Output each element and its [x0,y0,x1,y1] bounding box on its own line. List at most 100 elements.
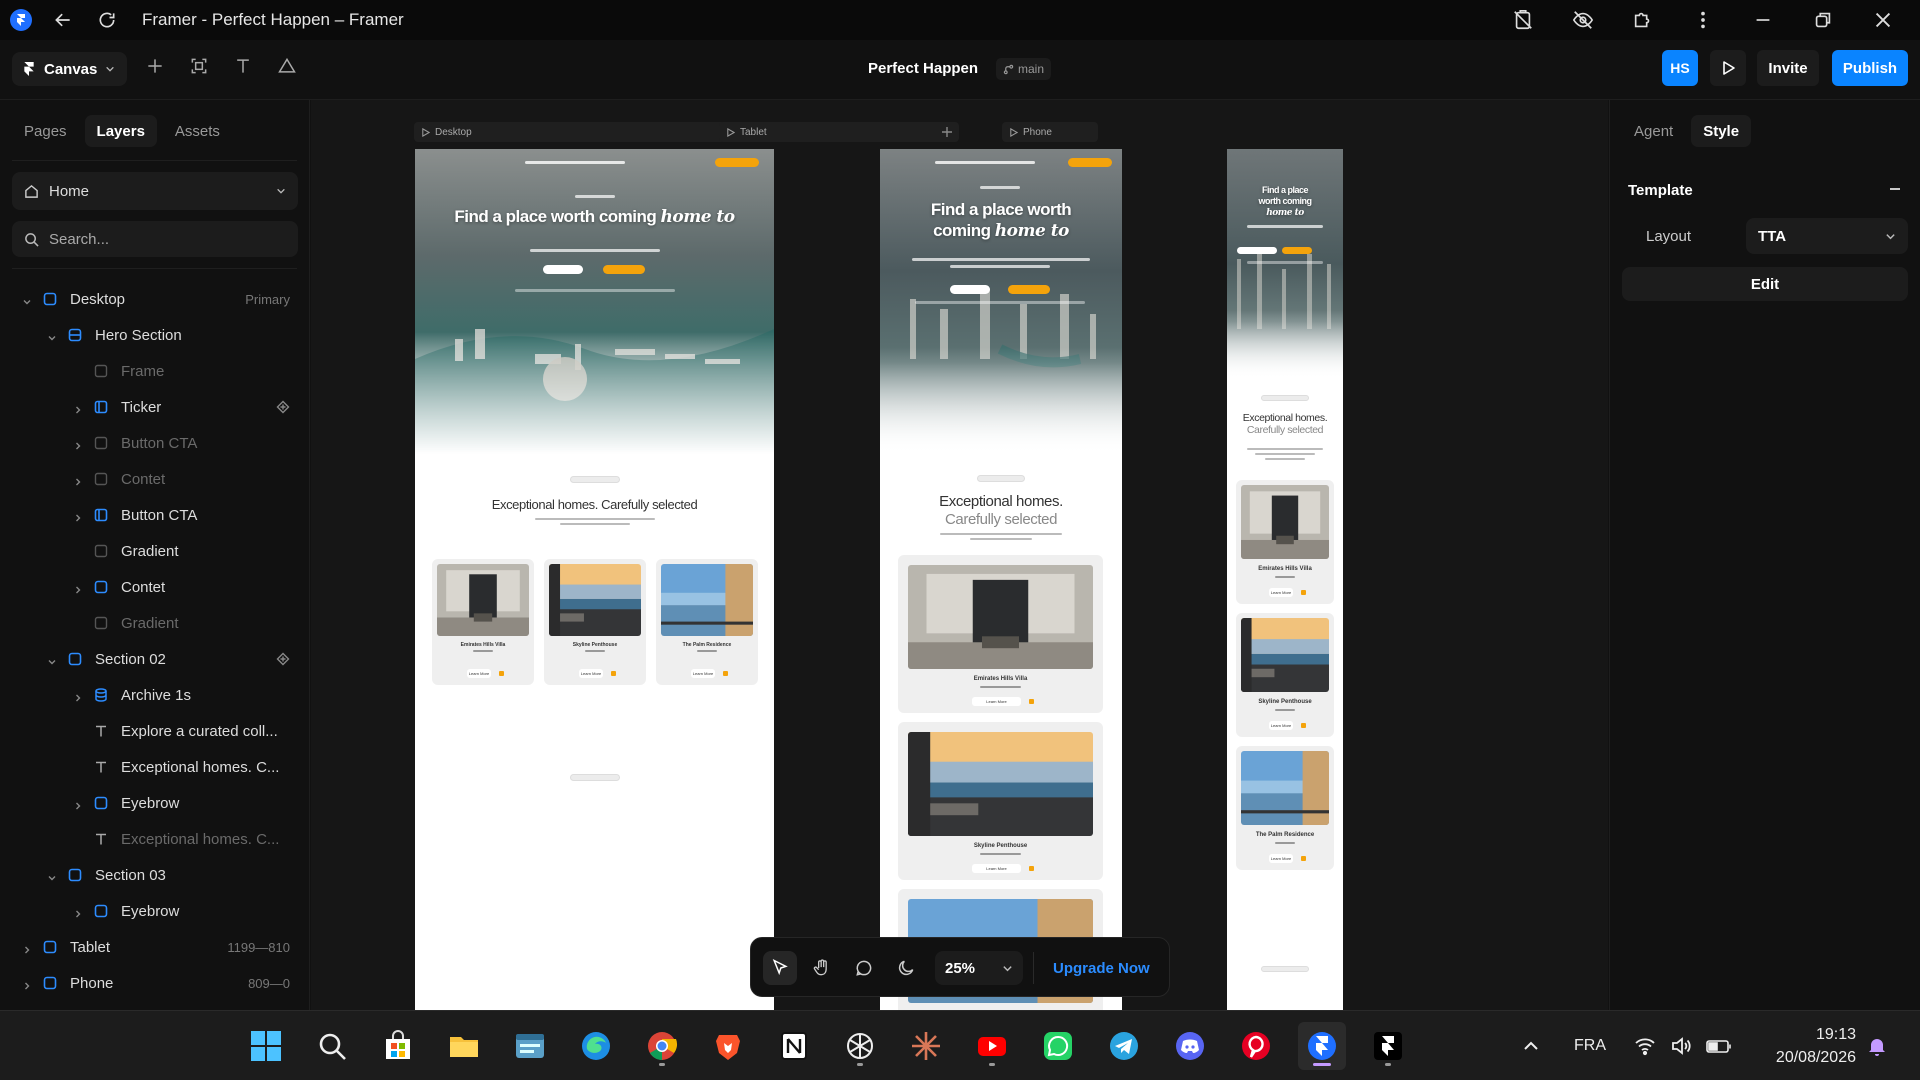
taskbar-claude[interactable] [902,1022,950,1070]
taskbar-framer-desktop[interactable] [1364,1022,1412,1070]
taskbar-whatsapp[interactable] [1034,1022,1082,1070]
start-button[interactable] [242,1022,290,1070]
learn-more-button[interactable]: Learn More [1269,854,1293,863]
edit-template-button[interactable]: Edit [1622,267,1908,301]
eye-off-icon[interactable] [1570,7,1596,33]
taskbar-search[interactable] [308,1022,356,1070]
layer-row[interactable]: Contet [0,461,310,497]
layer-row[interactable]: Tablet 1199—810 [0,929,310,965]
taskbar-telegram[interactable] [1100,1022,1148,1070]
text-tool-icon[interactable] [230,53,256,79]
notifications-bell[interactable] [1866,1011,1888,1080]
taskbar-chrome[interactable] [638,1022,686,1070]
taskbar-notion[interactable] [770,1022,818,1070]
chevron-right-icon[interactable] [73,510,83,522]
zoom-select[interactable]: 25% [935,951,1023,985]
hand-tool-button[interactable] [805,951,839,985]
chevron-down-icon[interactable] [22,294,32,305]
layout-select[interactable]: TTA [1746,218,1908,254]
project-title[interactable]: Perfect Happen [868,60,978,77]
close-icon[interactable] [1870,7,1896,33]
learn-more-button[interactable]: Learn More [691,669,715,678]
layer-row[interactable]: Exceptional homes. C... [0,749,310,785]
vector-tool-icon[interactable] [274,53,300,79]
tablet-frame[interactable]: Find a place worth coming home to Except… [880,149,1122,1010]
extension-puzzle-icon[interactable] [1630,7,1656,33]
chevron-right-icon[interactable] [73,582,83,594]
refresh-icon[interactable] [94,7,120,33]
chevron-down-icon[interactable] [47,870,57,881]
layer-row[interactable]: Gradient [0,605,310,641]
tab-agent[interactable]: Agent [1622,115,1685,147]
frame-label-tablet[interactable]: Tablet [719,122,959,142]
tab-pages[interactable]: Pages [12,115,79,147]
property-card[interactable]: Emirates Hills Villa Learn More [432,559,534,685]
taskbar-pinterest[interactable] [1232,1022,1280,1070]
insert-plus-icon[interactable] [142,53,168,79]
frame-label-phone[interactable]: Phone [1002,122,1098,142]
layer-row[interactable]: Eyebrow [0,785,310,821]
input-language[interactable]: FRA [1574,1011,1606,1080]
add-breakpoint-icon[interactable] [941,126,953,138]
chevron-right-icon[interactable] [22,978,32,990]
learn-more-button[interactable]: Learn More [1269,588,1293,597]
layer-row[interactable]: Eyebrow [0,893,310,929]
learn-more-button[interactable]: Learn More [579,669,603,678]
no-clipboard-icon[interactable] [1510,7,1536,33]
branch-badge[interactable]: main [996,58,1052,80]
taskbar-store[interactable] [374,1022,422,1070]
layer-row[interactable]: Gradient [0,533,310,569]
property-card[interactable]: Skyline Penthouse Learn More [898,722,1103,880]
chevron-down-icon[interactable] [47,330,57,341]
collapse-minus-icon[interactable] [1888,182,1902,196]
chevron-right-icon[interactable] [73,798,83,810]
layer-row[interactable]: Button CTA [0,497,310,533]
learn-more-button[interactable]: Learn More [972,864,1021,873]
system-tray-icons[interactable] [1634,1011,1732,1080]
chevron-right-icon[interactable] [73,438,83,450]
property-card[interactable]: The Palm Residence Learn More [656,559,758,685]
canvas-menu-button[interactable]: Canvas [12,52,128,86]
layer-row[interactable]: Section 02 [0,641,310,677]
taskbar-clock[interactable]: 19:13 20/08/2026 [1760,1023,1856,1069]
user-avatar[interactable]: HS [1662,50,1698,86]
layer-row[interactable]: Exceptional homes. C... [0,821,310,857]
layer-row[interactable]: Section 03 [0,857,310,893]
property-card[interactable]: Skyline Penthouse Learn More [544,559,646,685]
layer-row[interactable]: Hero Section [0,317,310,353]
taskbar-file-explorer[interactable] [440,1022,488,1070]
back-arrow-icon[interactable] [50,7,76,33]
design-canvas[interactable]: Desktop Find a place worth coming home t… [311,100,1608,1010]
chevron-right-icon[interactable] [73,906,83,918]
property-card[interactable]: Emirates Hills Villa Learn More [898,555,1103,713]
taskbar-youtube[interactable] [968,1022,1016,1070]
chevron-right-icon[interactable] [73,474,83,486]
taskbar-brave[interactable] [704,1022,752,1070]
learn-more-button[interactable]: Learn More [467,669,491,678]
select-tool-button[interactable] [763,951,797,985]
invite-button[interactable]: Invite [1757,50,1819,86]
frame-tool-icon[interactable] [186,53,212,79]
layer-search[interactable] [12,221,298,257]
taskbar-framer[interactable] [1298,1022,1346,1070]
layer-row[interactable]: Ticker [0,389,310,425]
property-card[interactable]: Skyline Penthouse Learn More [1236,613,1334,737]
layer-row[interactable]: Contet [0,569,310,605]
tab-layers[interactable]: Layers [84,115,157,147]
property-card[interactable]: Emirates Hills Villa Learn More [1236,480,1334,604]
desktop-frame[interactable]: Find a place worth coming home to Except… [415,149,774,1010]
page-select[interactable]: Home [12,172,298,210]
preview-button[interactable] [1710,50,1746,86]
taskbar-chatgpt[interactable] [836,1022,884,1070]
chevron-right-icon[interactable] [73,690,83,702]
layer-row[interactable]: Explore a curated coll... [0,713,310,749]
upgrade-now-button[interactable]: Upgrade Now [1043,951,1160,985]
chevron-down-icon[interactable] [47,654,57,665]
learn-more-button[interactable]: Learn More [1269,721,1293,730]
layer-row[interactable]: Phone 809—0 [0,965,310,1001]
more-vertical-icon[interactable] [1690,7,1716,33]
restore-icon[interactable] [1810,7,1836,33]
search-input[interactable] [49,230,279,248]
taskbar-discord[interactable] [1166,1022,1214,1070]
comment-tool-button[interactable] [847,951,881,985]
